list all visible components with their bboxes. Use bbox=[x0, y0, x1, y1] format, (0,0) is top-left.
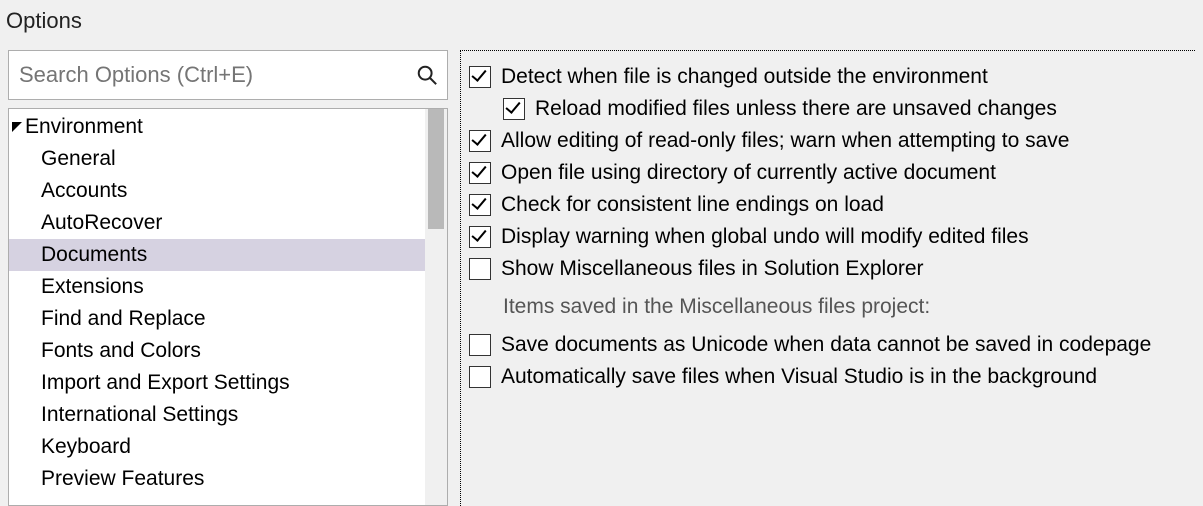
tree-item-keyboard[interactable]: Keyboard bbox=[9, 431, 447, 463]
option-label: Show Miscellaneous files in Solution Exp… bbox=[501, 257, 924, 281]
tree-item-label: Accounts bbox=[41, 179, 127, 202]
tree-item-label: International Settings bbox=[41, 403, 238, 426]
tree-item-label: Find and Replace bbox=[41, 307, 206, 330]
option-label: Save documents as Unicode when data cann… bbox=[501, 333, 1151, 357]
checkbox-allow-readonly[interactable] bbox=[469, 130, 491, 152]
option-label: Allow editing of read-only files; warn w… bbox=[501, 129, 1069, 153]
option-label: Open file using directory of currently a… bbox=[501, 161, 996, 185]
scrollbar-thumb[interactable] bbox=[428, 109, 444, 229]
option-save-unicode: Save documents as Unicode when data cann… bbox=[467, 329, 1189, 361]
option-show-misc: Show Miscellaneous files in Solution Exp… bbox=[467, 253, 1189, 285]
option-label: Check for consistent line endings on loa… bbox=[501, 193, 884, 217]
options-dialog: Options Environment bbox=[0, 0, 1203, 506]
tree-item-label: General bbox=[41, 147, 116, 170]
search-input[interactable] bbox=[8, 50, 448, 100]
tree-item-international[interactable]: International Settings bbox=[9, 399, 447, 431]
caret-down-icon bbox=[9, 122, 25, 132]
option-auto-save-bg: Automatically save files when Visual Stu… bbox=[467, 361, 1189, 393]
tree-node-label: Environment bbox=[25, 115, 143, 139]
dialog-content: Environment General Accounts AutoRecover… bbox=[0, 50, 1203, 506]
tree-item-import-export[interactable]: Import and Export Settings bbox=[9, 367, 447, 399]
option-global-undo: Display warning when global undo will mo… bbox=[467, 221, 1189, 253]
option-detect-changed: Detect when file is changed outside the … bbox=[467, 61, 1189, 93]
tree-item-autorecover[interactable]: AutoRecover bbox=[9, 207, 447, 239]
settings-panel: Detect when file is changed outside the … bbox=[460, 50, 1195, 506]
checkbox-open-using-dir[interactable] bbox=[469, 162, 491, 184]
option-label: Reload modified files unless there are u… bbox=[535, 97, 1057, 121]
tree-scrollbar[interactable] bbox=[425, 109, 447, 505]
option-label: Detect when file is changed outside the … bbox=[501, 65, 988, 89]
misc-files-sublabel: Items saved in the Miscellaneous files p… bbox=[467, 285, 1189, 329]
option-open-using-dir: Open file using directory of currently a… bbox=[467, 157, 1189, 189]
checkbox-line-endings[interactable] bbox=[469, 194, 491, 216]
tree-item-label: Import and Export Settings bbox=[41, 371, 290, 394]
tree-item-label: Keyboard bbox=[41, 435, 131, 458]
checkbox-save-unicode[interactable] bbox=[469, 334, 491, 356]
option-label: Display warning when global undo will mo… bbox=[501, 225, 1029, 249]
option-reload-modified: Reload modified files unless there are u… bbox=[467, 93, 1189, 125]
tree-item-label: Documents bbox=[41, 243, 147, 266]
tree-item-label: Extensions bbox=[41, 275, 144, 298]
tree-item-fonts-colors[interactable]: Fonts and Colors bbox=[9, 335, 447, 367]
tree-container: Environment General Accounts AutoRecover… bbox=[8, 108, 448, 506]
tree-item-label: Fonts and Colors bbox=[41, 339, 201, 362]
dialog-title: Options bbox=[0, 0, 1203, 50]
checkbox-auto-save-bg[interactable] bbox=[469, 366, 491, 388]
search-wrap bbox=[8, 50, 448, 100]
tree-node-environment[interactable]: Environment bbox=[9, 111, 447, 143]
checkbox-global-undo[interactable] bbox=[469, 226, 491, 248]
tree-item-accounts[interactable]: Accounts bbox=[9, 175, 447, 207]
tree-item-label: AutoRecover bbox=[41, 211, 162, 234]
tree-item-find-replace[interactable]: Find and Replace bbox=[9, 303, 447, 335]
tree-item-preview-features[interactable]: Preview Features bbox=[9, 463, 447, 495]
tree-item-documents[interactable]: Documents bbox=[9, 239, 447, 271]
tree-item-label: Preview Features bbox=[41, 467, 204, 490]
option-line-endings: Check for consistent line endings on loa… bbox=[467, 189, 1189, 221]
option-allow-readonly: Allow editing of read-only files; warn w… bbox=[467, 125, 1189, 157]
nav-tree[interactable]: Environment General Accounts AutoRecover… bbox=[9, 109, 447, 505]
tree-item-extensions[interactable]: Extensions bbox=[9, 271, 447, 303]
checkbox-show-misc[interactable] bbox=[469, 258, 491, 280]
checkbox-reload-modified[interactable] bbox=[503, 98, 525, 120]
left-panel: Environment General Accounts AutoRecover… bbox=[8, 50, 448, 506]
checkbox-detect-changed[interactable] bbox=[469, 66, 491, 88]
tree-item-general[interactable]: General bbox=[9, 143, 447, 175]
option-label: Automatically save files when Visual Stu… bbox=[501, 365, 1097, 389]
